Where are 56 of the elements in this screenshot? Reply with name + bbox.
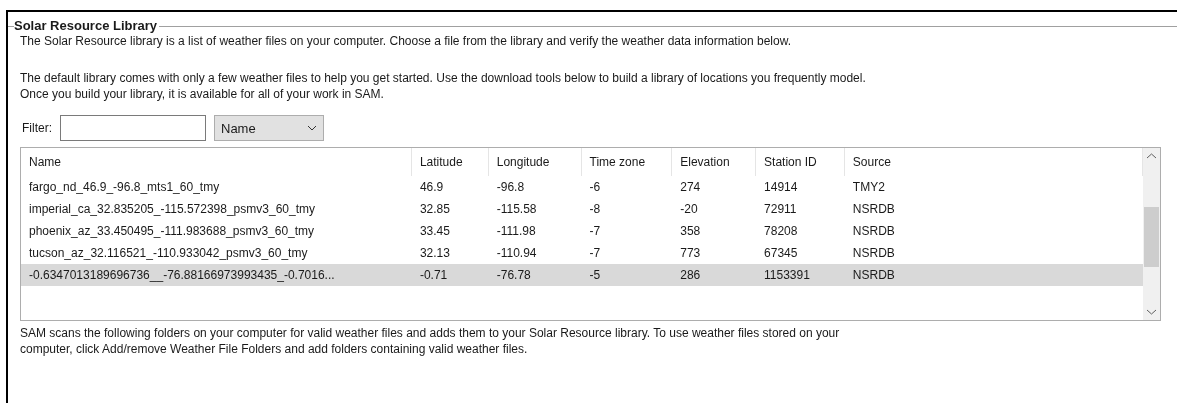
column-header[interactable]: Longitude <box>488 148 582 176</box>
table-row[interactable]: -0.6347013189696736__-76.88166973993435_-0.7016... -0.71 -76.78 -5 286 1153391 NSRDB <box>21 264 1143 286</box>
filter-dropdown[interactable]: Name <box>214 115 324 141</box>
table-cell-text: -115.58 <box>495 202 538 216</box>
table-cell-text: phoenix_az_33.450495_-111.983688_psmv3_60_tmy <box>28 224 316 238</box>
table-cell-text: 32.85 <box>418 202 451 216</box>
scrollbar[interactable] <box>1143 148 1160 320</box>
table-cell-text: -20 <box>679 202 699 216</box>
table-cell-text: 286 <box>679 268 702 282</box>
table-cell-text: -5 <box>588 268 602 282</box>
table-cell-text: -6 <box>588 180 602 194</box>
table-cell-text: -8 <box>588 202 602 216</box>
table-cell-text: -111.98 <box>495 224 537 238</box>
column-header[interactable]: Latitude <box>411 148 489 176</box>
table-cell-text: 78208 <box>763 224 799 238</box>
table-row[interactable]: phoenix_az_33.450495_-111.983688_psmv3_60_tmy 33.45 -111.98 -7 358 78208 NSRDB <box>21 220 1143 242</box>
table-cell-text: -7 <box>588 246 602 260</box>
table-cell-text: NSRDB <box>851 224 896 238</box>
table-cell-text: fargo_nd_46.9_-96.8_mts1_60_tmy <box>28 180 221 194</box>
table-cell-text: 358 <box>679 224 702 238</box>
table-cell-text: 67345 <box>763 246 799 260</box>
group-title: Solar Resource Library <box>14 18 160 33</box>
footer-text: SAM scans the following folders on your computer for valid weather files and adds them to your Solar Resource library. To use weather files stored on your computer, click Add/remove Weather File Folders and add folders containing valid weather files. <box>20 325 841 357</box>
table-cell-text: 32.13 <box>418 246 451 260</box>
table-cell-text: -0.71 <box>418 268 449 282</box>
chevron-down-icon <box>307 125 317 131</box>
column-header[interactable]: Elevation <box>672 148 757 176</box>
table-cell-text: 33.45 <box>418 224 451 238</box>
table-cell-text: 14914 <box>763 180 799 194</box>
filter-label: Filter: <box>22 121 52 135</box>
table-cell-text: -96.8 <box>495 180 526 194</box>
column-header[interactable]: Station ID <box>756 148 845 176</box>
table-cell-text: NSRDB <box>851 246 896 260</box>
table-cell-text: TMY2 <box>851 180 886 194</box>
table-cell-text: -76.78 <box>495 268 532 282</box>
table-cell-text: tucson_az_32.116521_-110.933042_psmv3_60_tmy <box>28 246 309 260</box>
filter-field[interactable] <box>60 115 206 141</box>
table-row[interactable]: tucson_az_32.116521_-110.933042_psmv3_60_tmy 32.13 -110.94 -7 773 67345 NSRDB <box>21 242 1143 264</box>
column-header[interactable]: Time zone <box>581 148 673 176</box>
table-cell-text: -0.6347013189696736__-76.88166973993435_-0.7016... <box>28 268 336 282</box>
table-cell-text: NSRDB <box>851 268 896 282</box>
table-cell-text: 46.9 <box>418 180 445 194</box>
table-cell-text: 274 <box>679 180 702 194</box>
table-cell-text: imperial_ca_32.835205_-115.572398_psmv3_60_tmy <box>28 202 316 216</box>
table-row[interactable]: fargo_nd_46.9_-96.8_mts1_60_tmy 46.9 -96.8 -6 274 14914 TMY2 <box>21 176 1143 198</box>
table-cell-text: 773 <box>679 246 702 260</box>
table-cell-text: NSRDB <box>851 202 896 216</box>
scrollbar-thumb[interactable] <box>1144 207 1159 267</box>
table-cell-text: -110.94 <box>495 246 538 260</box>
table-cell-text: -7 <box>588 224 602 238</box>
table-row[interactable]: imperial_ca_32.835205_-115.572398_psmv3_60_tmy 32.85 -115.58 -8 -20 72911 NSRDB <box>21 198 1143 220</box>
column-header[interactable]: Name <box>21 148 412 176</box>
description-text: The Solar Resource library is a list of weather files on your computer. Choose a file from the library and verify the weather data information below. <box>20 33 793 49</box>
table-cell-text: 72911 <box>763 202 798 216</box>
table-cell-text: 1153391 <box>763 268 811 282</box>
description-text: The default library comes with only a few weather files to help you get started. Use the download tools below to build a library of locations you frequently model. Once you build your library, it is available for all of your work in SAM. <box>20 70 867 102</box>
